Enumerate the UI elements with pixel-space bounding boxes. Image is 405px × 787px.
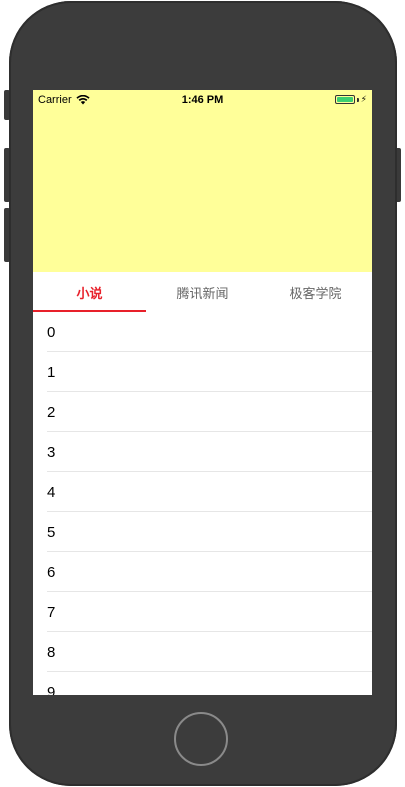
row-label: 3 [47,443,56,461]
table-row[interactable]: 9 [33,672,372,696]
row-label: 7 [47,603,56,621]
battery-icon: ⚡ [334,94,367,104]
table-row[interactable]: 7 [33,592,372,632]
screen: Carrier 1:46 PM ⚡ 小说 腾讯新闻 极客学院 0 1 2 3 4… [33,90,372,695]
table-row[interactable]: 1 [33,352,372,392]
tab-novel[interactable]: 小说 [33,272,146,312]
header-banner [33,90,372,272]
row-label: 2 [47,403,56,421]
home-button[interactable] [174,712,228,766]
row-label: 8 [47,643,56,661]
table-list[interactable]: 0 1 2 3 4 5 6 7 8 9 [33,312,372,695]
table-row[interactable]: 2 [33,392,372,432]
table-row[interactable]: 3 [33,432,372,472]
row-label: 6 [47,563,56,581]
table-row[interactable]: 4 [33,472,372,512]
table-row[interactable]: 8 [33,632,372,672]
row-label: 1 [47,363,56,381]
tab-geek-academy[interactable]: 极客学院 [259,272,372,312]
row-label: 4 [47,483,56,501]
tab-tencent-news[interactable]: 腾讯新闻 [146,272,259,312]
table-row[interactable]: 5 [33,512,372,552]
row-label: 0 [47,323,56,341]
row-label: 5 [47,523,56,541]
row-label: 9 [47,683,56,696]
tab-bar: 小说 腾讯新闻 极客学院 [33,272,372,312]
table-row[interactable]: 0 [33,312,372,352]
status-time: 1:46 PM [181,94,224,106]
tab-label: 腾讯新闻 [176,285,229,301]
tab-label: 小说 [76,285,103,301]
charging-bolt-icon: ⚡ [360,94,367,104]
status-bar: Carrier 1:46 PM ⚡ [33,90,372,110]
table-row[interactable]: 6 [33,552,372,592]
tab-label: 极客学院 [289,285,342,301]
